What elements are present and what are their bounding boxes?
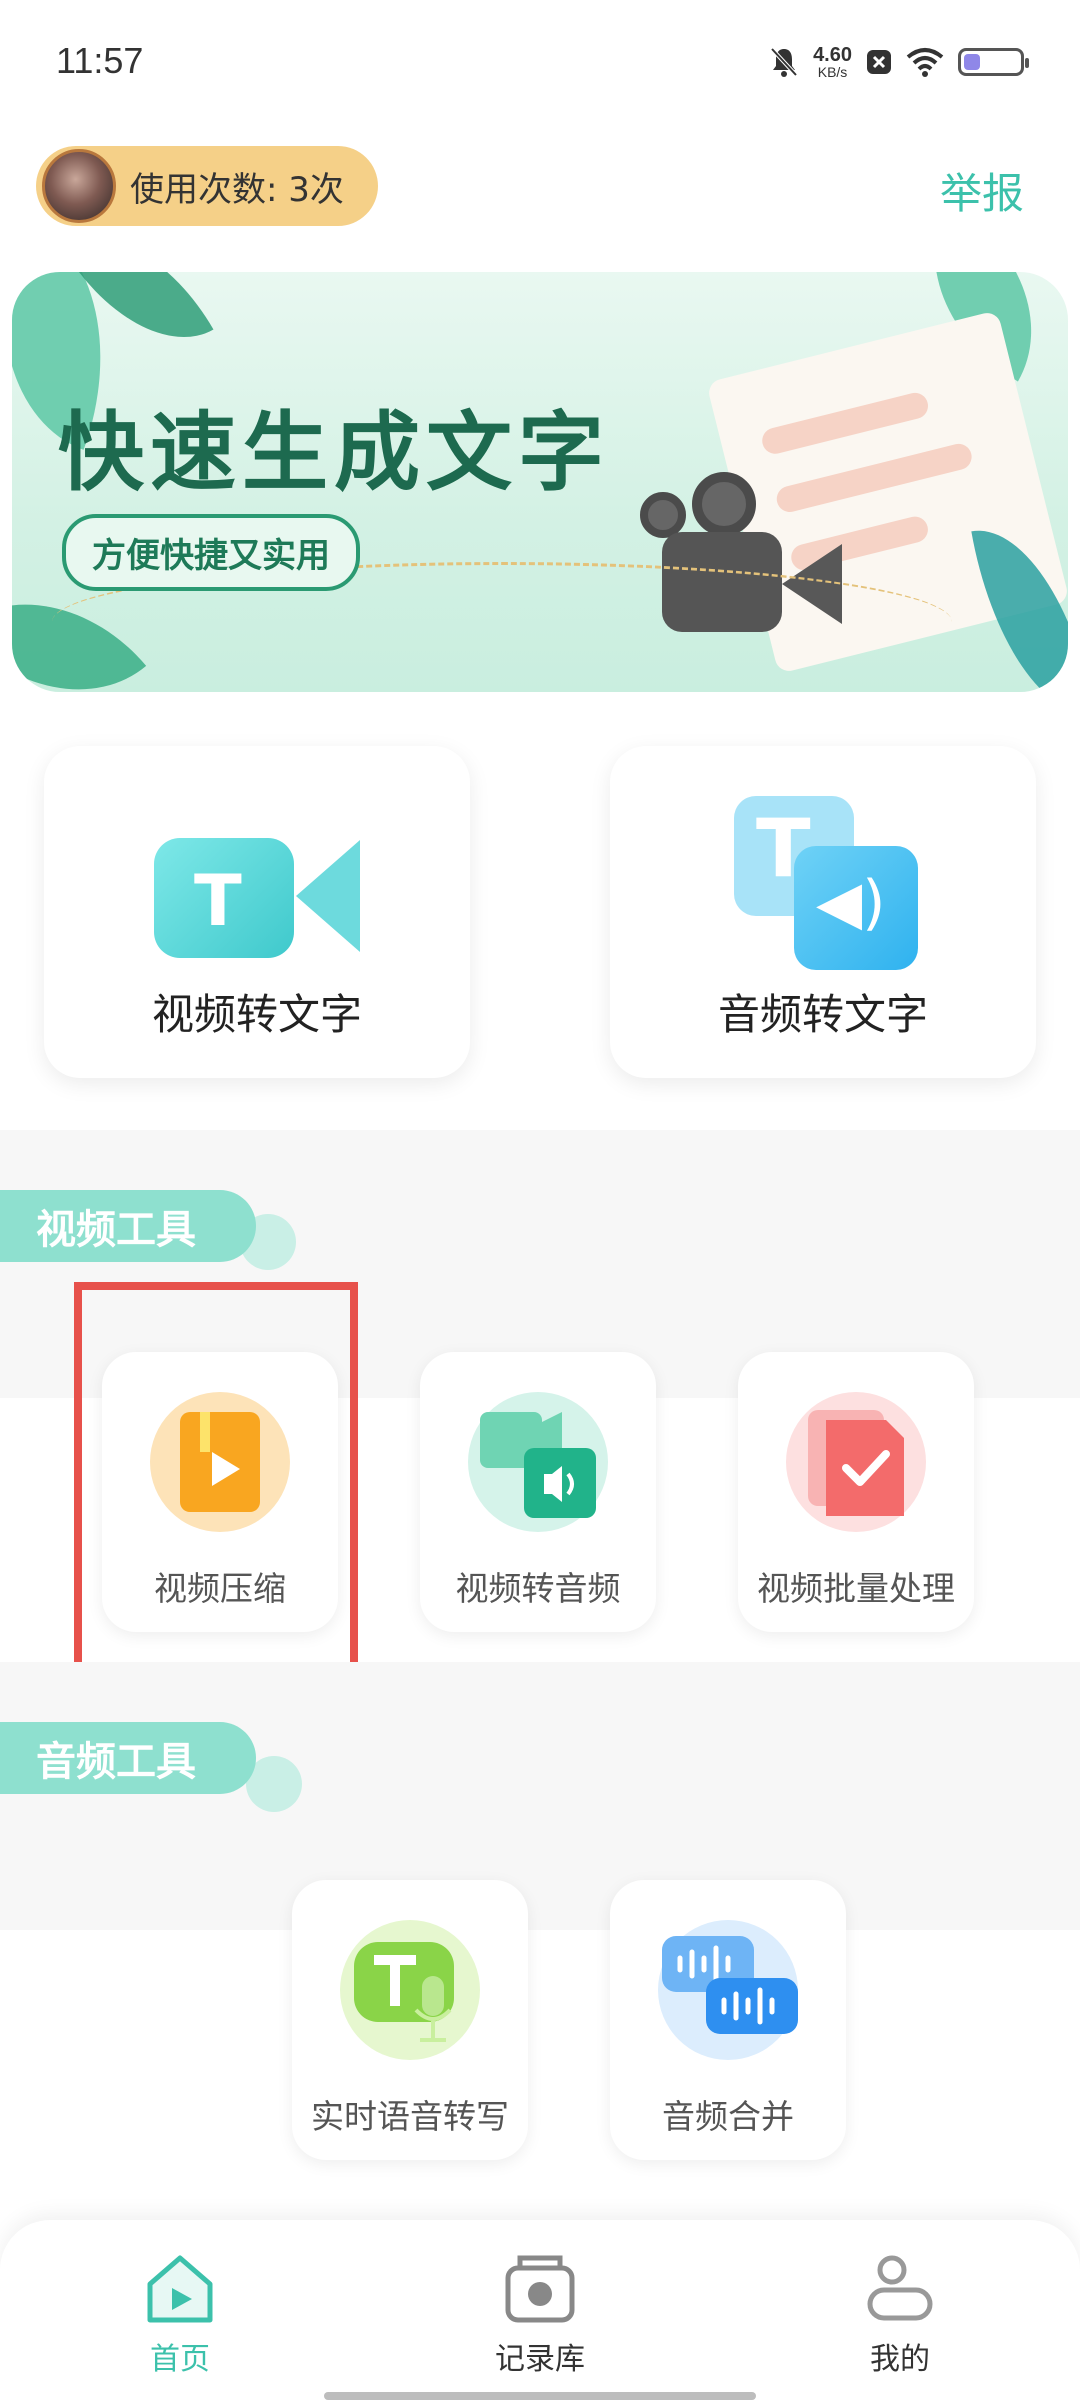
close-box-icon (867, 50, 891, 74)
home-indicator[interactable] (324, 2392, 756, 2400)
nav-item-mine[interactable]: 我的 (820, 2250, 980, 2378)
video-to-audio-label: 视频转音频 (455, 1569, 621, 1608)
video-to-text-label: 视频转文字 (151, 990, 362, 1039)
audio-text-icon: T ◀) (734, 796, 924, 976)
banner-title: 快速生成文字 (58, 403, 610, 503)
net-speed-value: 4.60 (813, 44, 852, 66)
record-box-icon (502, 2250, 578, 2326)
battery-icon (958, 48, 1029, 76)
nav-item-records[interactable]: 记录库 (460, 2250, 620, 2378)
audio-tools-section-bg (0, 1662, 1080, 1930)
voice-transcribe-icon (340, 1920, 480, 2060)
audio-merge-label: 音频合并 (662, 2097, 794, 2136)
mute-bell-icon (770, 47, 798, 77)
nav-label-mine: 我的 (870, 2342, 930, 2377)
nav-label-records: 记录库 (495, 2342, 585, 2377)
promo-banner[interactable]: 快速生成文字 方便快捷又实用 (12, 272, 1068, 692)
audio-merge-icon (658, 1920, 798, 2060)
usage-count-label: 使用次数: 3次 (130, 169, 344, 210)
net-speed: 4.60 KB/s (813, 45, 852, 79)
batch-check-icon (786, 1392, 926, 1532)
wifi-icon (906, 48, 944, 77)
user-icon (862, 2250, 938, 2326)
realtime-transcribe-card[interactable]: 实时语音转写 (292, 1880, 528, 2160)
realtime-transcribe-label: 实时语音转写 (311, 2097, 509, 2136)
nav-item-home[interactable]: 首页 (100, 2250, 260, 2378)
highlight-box (74, 1282, 358, 1670)
avatar[interactable] (42, 149, 116, 223)
video-to-audio-icon (468, 1392, 608, 1532)
audio-merge-card[interactable]: 音频合并 (610, 1880, 846, 2160)
usage-count-pill[interactable]: 使用次数: 3次 (36, 146, 378, 226)
video-tools-title: 视频工具 (0, 1190, 256, 1262)
status-icons: 4.60 KB/s (769, 40, 1029, 84)
banner-subtitle: 方便快捷又实用 (62, 514, 360, 591)
video-batch-card[interactable]: 视频批量处理 (738, 1352, 974, 1632)
audio-to-text-label: 音频转文字 (717, 990, 928, 1039)
home-icon (142, 2250, 218, 2326)
net-speed-unit: KB/s (817, 64, 848, 80)
report-link[interactable]: 举报 (940, 160, 1024, 221)
nav-label-home: 首页 (150, 2342, 210, 2377)
status-bar: 11:57 4.60 KB/s (0, 0, 1080, 120)
video-to-text-card[interactable]: T 视频转文字 (44, 746, 470, 1078)
video-to-audio-card[interactable]: 视频转音频 (420, 1352, 656, 1632)
audio-to-text-card[interactable]: T ◀) 音频转文字 (610, 746, 1036, 1078)
bottom-nav: 首页 记录库 我的 (0, 2220, 1080, 2408)
status-time: 11:57 (56, 40, 144, 81)
video-batch-label: 视频批量处理 (757, 1569, 955, 1608)
video-text-icon: T (154, 826, 364, 966)
audio-tools-title: 音频工具 (0, 1722, 256, 1794)
